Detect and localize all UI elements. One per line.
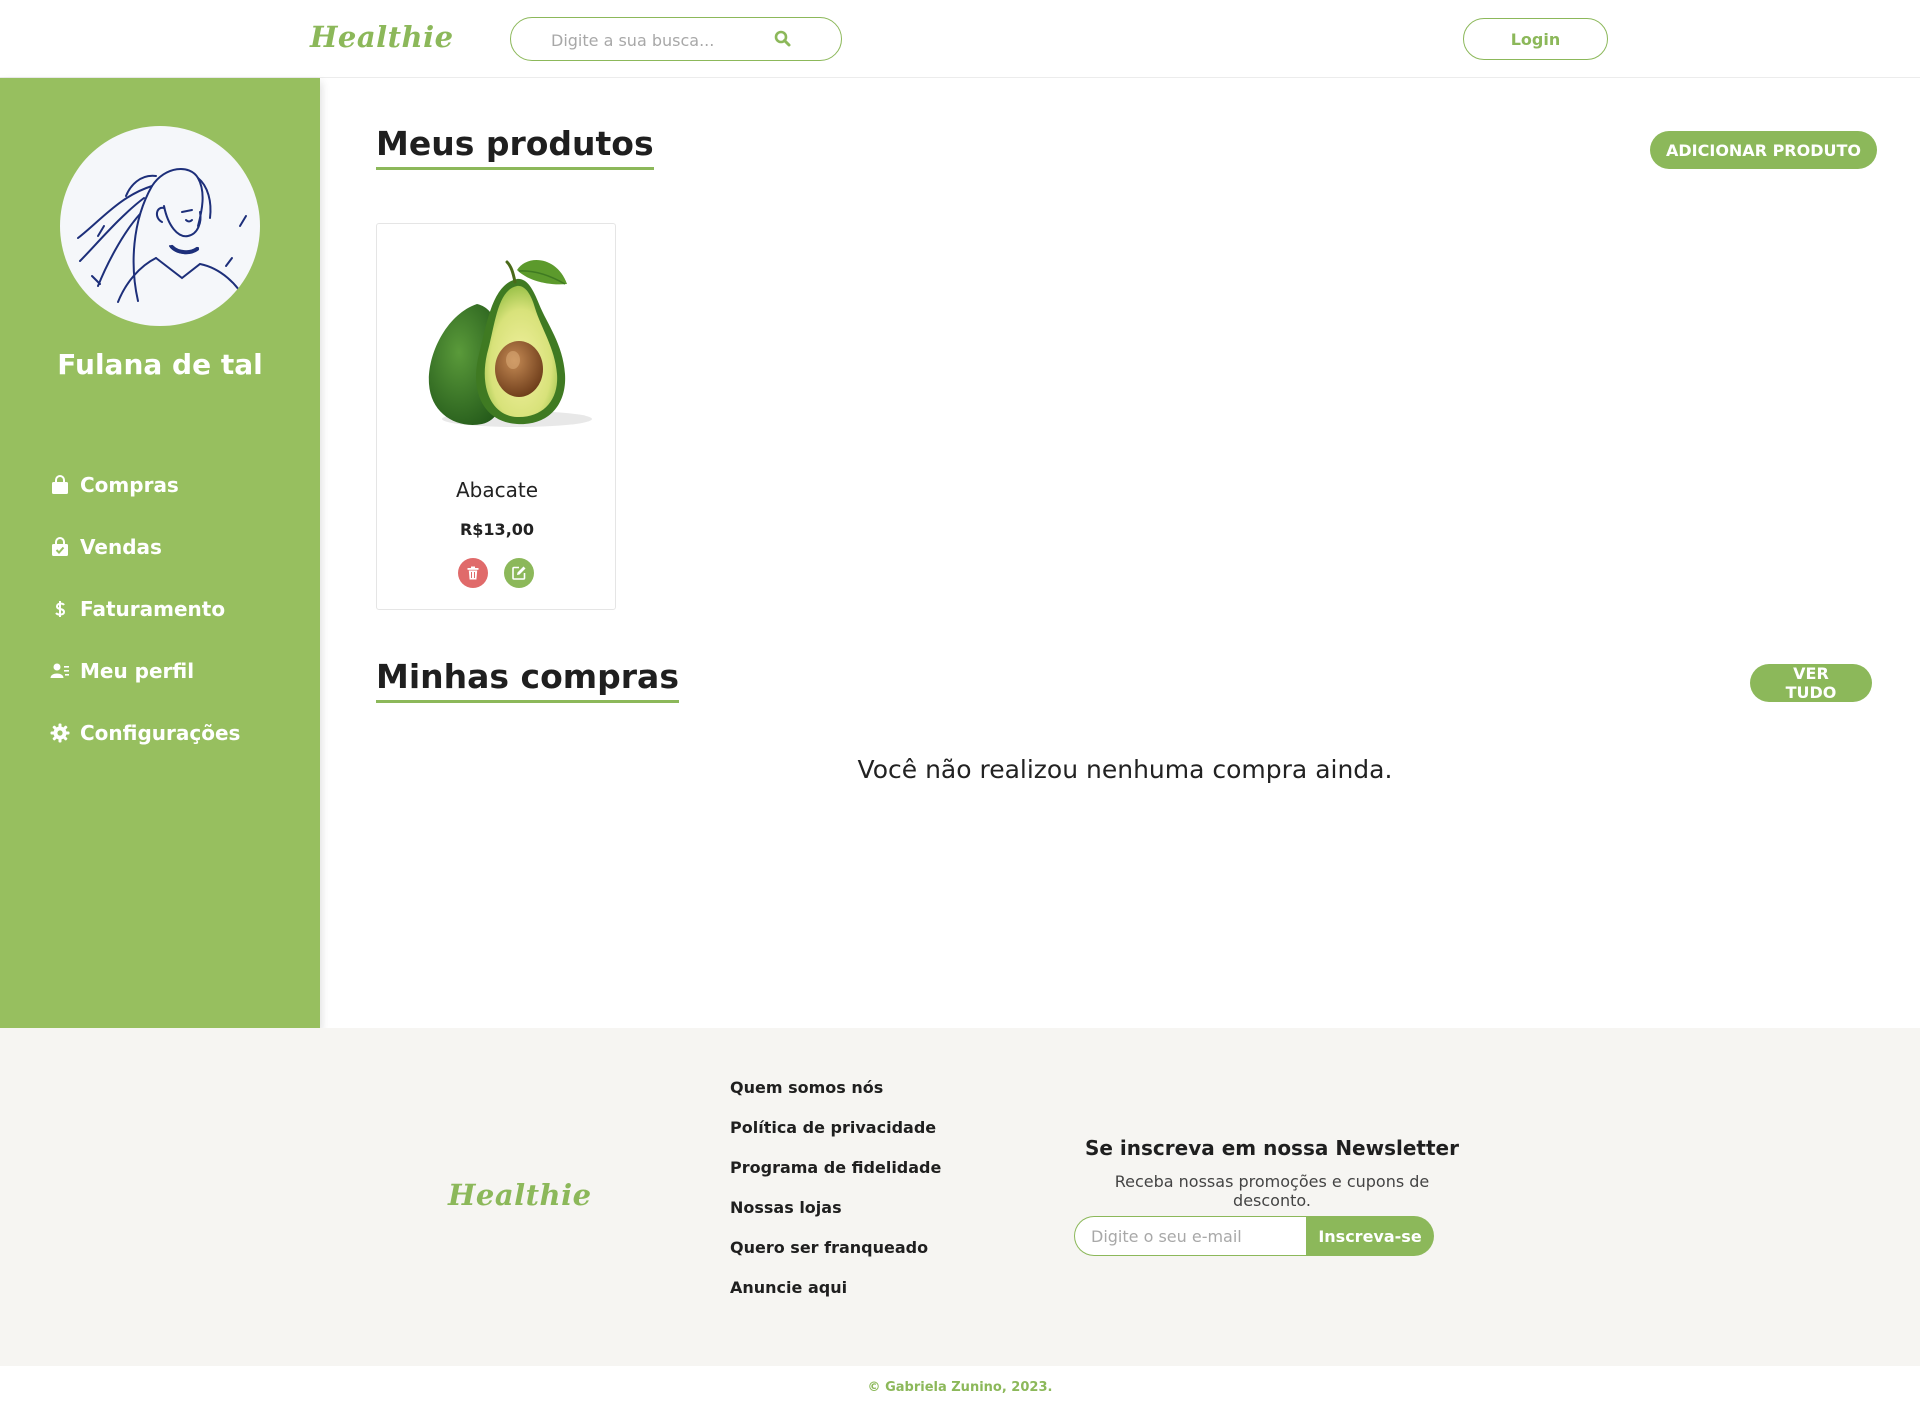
sidebar-item-compras[interactable]: Compras (50, 454, 240, 516)
newsletter-subtitle: Receba nossas promoções e cupons de desc… (1114, 1172, 1430, 1210)
search-icon[interactable] (773, 29, 793, 49)
footer-link[interactable]: Anuncie aqui (730, 1278, 941, 1318)
footer-link[interactable]: Nossas lojas (730, 1198, 941, 1238)
dollar-icon (55, 601, 66, 617)
sidebar-item-label: Vendas (80, 535, 162, 559)
bag-check-icon (52, 537, 68, 556)
sidebar-item-configuracoes[interactable]: Configurações (50, 702, 240, 764)
product-card[interactable]: Abacate R$13,00 (376, 223, 616, 610)
subscribe-button[interactable]: Inscreva-se (1306, 1216, 1434, 1256)
product-price: R$13,00 (459, 520, 535, 539)
newsletter-title: Se inscreva em nossa Newsletter (1085, 1136, 1459, 1160)
avocado-image (428, 259, 592, 427)
user-name: Fulana de tal (57, 348, 263, 381)
footer-link[interactable]: Programa de fidelidade (730, 1158, 941, 1198)
sidebar-item-label: Faturamento (80, 597, 226, 621)
footer-links: Quem somos nós Política de privacidade P… (730, 1078, 941, 1318)
avatar (60, 126, 260, 326)
sidebar-item-faturamento[interactable]: Faturamento (50, 578, 240, 640)
delete-product-button[interactable] (458, 558, 488, 588)
newsletter: Se inscreva em nossa Newsletter Receba n… (1074, 1136, 1474, 1256)
trash-icon (467, 566, 479, 580)
footer-link[interactable]: Quem somos nós (730, 1078, 941, 1118)
view-all-button[interactable]: VER TUDO (1750, 664, 1872, 702)
edit-product-button[interactable] (504, 558, 534, 588)
edit-icon (512, 566, 526, 580)
product-name: Abacate (455, 478, 539, 502)
add-product-button[interactable]: ADICIONAR PRODUTO (1650, 131, 1878, 169)
empty-purchases-message: Você não realizou nenhuma compra ainda. (857, 755, 1393, 784)
site-header: Healthie Login (0, 0, 1920, 78)
sidebar: Fulana de tal Compras Vendas Faturamento (0, 78, 320, 1028)
newsletter-email-input[interactable] (1074, 1216, 1314, 1256)
search-input[interactable] (551, 28, 771, 52)
sidebar-item-label: Meu perfil (80, 659, 195, 683)
products-section-title: Meus produtos (376, 124, 654, 170)
avatar-illustration (77, 167, 247, 303)
sidebar-item-label: Configurações (80, 721, 241, 745)
footer-link[interactable]: Quero ser franqueado (730, 1238, 941, 1278)
sidebar-item-vendas[interactable]: Vendas (50, 516, 240, 578)
search-bar (510, 17, 842, 61)
shopping-bag-icon (52, 475, 68, 494)
user-list-icon (50, 663, 69, 678)
sidebar-nav: Compras Vendas Faturamento Meu perfil Co… (50, 454, 240, 764)
site-footer: Healthie Quem somos nós Política de priv… (0, 1028, 1920, 1366)
login-button[interactable]: Login (1463, 18, 1608, 60)
sidebar-item-label: Compras (80, 473, 179, 497)
purchases-section-title: Minhas compras (376, 657, 679, 703)
newsletter-form: Inscreva-se (1074, 1216, 1434, 1256)
sidebar-item-meu-perfil[interactable]: Meu perfil (50, 640, 240, 702)
footer-logo[interactable]: Healthie (448, 1178, 592, 1212)
footer-link[interactable]: Política de privacidade (730, 1118, 941, 1158)
header-logo[interactable]: Healthie (310, 20, 454, 54)
copyright: © Gabriela Zunino, 2023. (867, 1380, 1053, 1395)
gear-icon (50, 723, 70, 743)
